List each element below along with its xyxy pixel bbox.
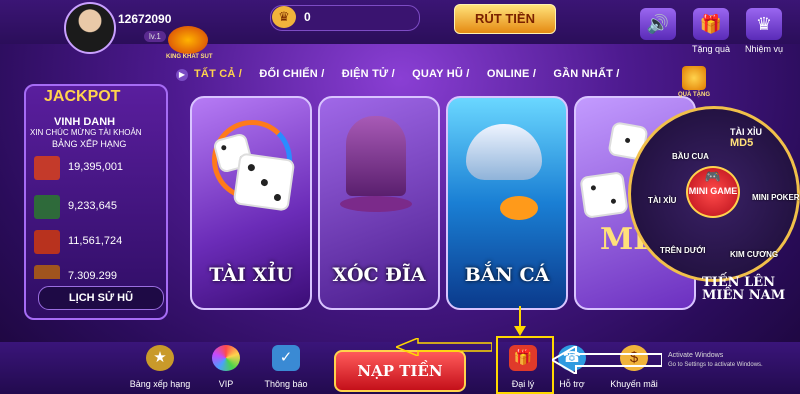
- game-title: XÓC ĐĨA: [332, 264, 426, 286]
- game-title: TÀI XỈU: [209, 264, 293, 286]
- trophy-icon[interactable]: ★: [146, 345, 174, 371]
- mini-bau-cua[interactable]: BẦU CUA: [672, 152, 709, 161]
- game-thumbnail: [34, 230, 60, 254]
- promotion-label[interactable]: Khuyến mãi: [599, 379, 669, 389]
- gift-box-icon[interactable]: 🎁: [509, 345, 537, 371]
- congrats-text: XIN CHÚC MỪNG TÀI KHOẢN: [30, 128, 142, 137]
- tab-online[interactable]: ONLINE /: [487, 68, 536, 80]
- jackpot-value: 11,561,724: [68, 235, 123, 247]
- tien-len-mien-nam-title: TIẾN LÊN MIỀN NAM: [702, 275, 786, 303]
- dice-icon: [581, 173, 627, 217]
- game-thumbnail: [34, 265, 60, 279]
- activate-windows-title: Activate Windows: [668, 352, 724, 359]
- honor-title: VINH DANH: [54, 116, 116, 128]
- dice-cup-icon: [346, 116, 406, 196]
- mission-label: Nhiệm vụ: [744, 44, 783, 54]
- tab-slots[interactable]: QUAY HŨ /: [412, 68, 469, 80]
- game-thumbnail: [34, 195, 60, 219]
- mini-tren-duoi[interactable]: TRÊN DƯỚI: [660, 246, 705, 255]
- game-thumbnail: [34, 156, 60, 180]
- arrow-right-annotation: [552, 346, 662, 374]
- level-badge: lv.1: [144, 31, 166, 42]
- tab-electronic[interactable]: ĐIỆN TỬ /: [342, 68, 395, 80]
- mini-game-center-button[interactable]: 🎮 MINI GAME: [686, 166, 740, 218]
- mini-tai-xiu[interactable]: TÀI XỈU: [648, 196, 676, 205]
- wheel-icon[interactable]: [212, 345, 240, 371]
- tai-xiu-label: TÀI XỈU: [730, 127, 763, 137]
- jackpot-value: 9,233,645: [68, 200, 117, 212]
- activate-windows-subtitle: Go to Settings to activate Windows.: [668, 362, 763, 368]
- ranking-row: 11,561,724: [34, 230, 160, 255]
- dice-icon: [234, 154, 294, 210]
- jackpot-history-button[interactable]: LỊCH SỬ HŨ: [38, 286, 164, 310]
- ranking-row: 9,233,645: [34, 195, 160, 220]
- coin-balance: 0: [304, 10, 311, 24]
- gift-icon[interactable]: 🎁: [693, 8, 729, 40]
- jackpot-value: 7,309,299: [68, 270, 117, 279]
- gift-label: Tặng quà: [691, 44, 731, 54]
- mini-game-label: MINI GAME: [688, 186, 738, 196]
- game-title: BẮN CÁ: [464, 264, 550, 286]
- gift-icon[interactable]: [682, 66, 706, 90]
- mini-kim-cuong[interactable]: KIM CƯƠNG: [730, 250, 778, 259]
- tab-recent[interactable]: GẦN NHẤT /: [553, 68, 619, 80]
- notification-label[interactable]: Thông báo: [251, 379, 321, 389]
- leaderboard-label[interactable]: Bảng xếp hạng: [125, 379, 195, 389]
- support-label[interactable]: Hỗ trợ: [537, 379, 607, 389]
- tab-all[interactable]: TẤT CẢ /: [194, 68, 242, 80]
- controller-icon: 🎮: [704, 169, 722, 184]
- mini-poker[interactable]: MINI POKER: [752, 193, 800, 202]
- withdraw-button[interactable]: RÚT TIỀN: [454, 4, 556, 34]
- mission-crown-icon[interactable]: ♛: [746, 8, 782, 40]
- game-tabs: TẤT CẢ / ĐỐI CHIẾN / ĐIỆN TỬ / QUAY HŨ /…: [194, 68, 634, 80]
- crown-icon: ♛: [272, 6, 296, 28]
- user-id: 12672090: [118, 12, 172, 26]
- jackpot-title: JACKPOT: [44, 88, 121, 105]
- jackpot-value: 19,395,001: [68, 161, 124, 173]
- arrow-down-annotation: [514, 306, 526, 336]
- md5-label: MD5: [730, 137, 754, 149]
- notification-icon[interactable]: ✓: [272, 345, 300, 371]
- logo: [168, 26, 208, 54]
- mini-tai-xiu-md5-label[interactable]: TÀI XỈU MD5: [730, 127, 762, 149]
- fish-icon: [500, 196, 538, 220]
- gift-label: QUÀ TẶNG: [678, 92, 710, 98]
- ranking-row: 7,309,299: [34, 265, 160, 279]
- arrow-left-annotation: [396, 338, 492, 356]
- plate-icon: [340, 196, 412, 212]
- ranking-row: 19,395,001: [34, 156, 160, 181]
- ranking-title: BẢNG XẾP HẠNG: [52, 139, 127, 149]
- top-up-button[interactable]: NẠP TIỀN: [334, 350, 466, 392]
- avatar[interactable]: [64, 2, 116, 54]
- tab-pvp[interactable]: ĐỐI CHIẾN /: [259, 68, 324, 80]
- play-icon[interactable]: ▶: [176, 69, 188, 81]
- sound-icon[interactable]: 🔊: [640, 8, 676, 40]
- logo-text: KING KHAT SUT: [166, 54, 213, 60]
